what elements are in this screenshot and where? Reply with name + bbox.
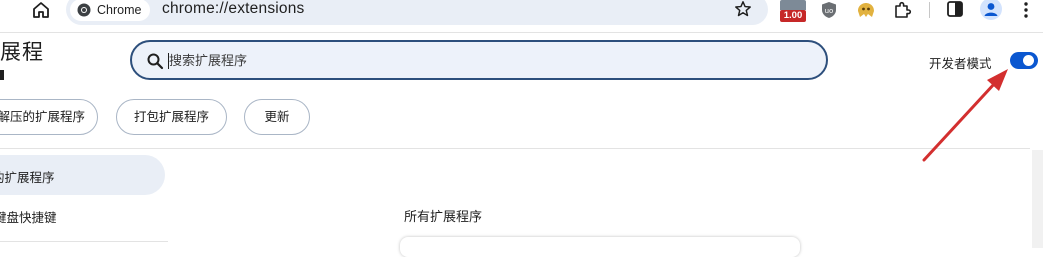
pack-extension-button[interactable]: 打包扩展程序 xyxy=(116,99,227,135)
star-icon[interactable] xyxy=(734,0,752,18)
svg-text:uo: uo xyxy=(825,7,834,15)
ublock-icon[interactable]: uo xyxy=(820,1,838,19)
puzzle-icon[interactable] xyxy=(892,0,912,20)
sidebar-item-shortcuts[interactable]: 键盘快捷键 xyxy=(0,207,57,226)
toolbar-separator xyxy=(929,2,930,18)
annotation-arrow-icon xyxy=(922,69,1008,162)
extension-icon-top[interactable] xyxy=(780,0,806,10)
scrollbar[interactable] xyxy=(1032,150,1043,248)
sidebar-item-label[interactable]: 的扩展程序 xyxy=(0,167,55,186)
site-info-chip[interactable]: Chrome xyxy=(70,0,150,21)
page-title: 展程 xyxy=(0,40,44,64)
header-divider xyxy=(0,148,1030,149)
toolbar-divider xyxy=(0,32,1043,33)
extension-badge[interactable]: 1.00 xyxy=(780,10,806,22)
update-button[interactable]: 更新 xyxy=(244,99,310,135)
search-box[interactable] xyxy=(130,40,828,80)
section-heading: 所有扩展程序 xyxy=(404,210,483,225)
search-input[interactable] xyxy=(169,51,789,71)
toggle-knob xyxy=(1023,55,1034,66)
home-icon[interactable] xyxy=(31,0,51,20)
search-icon xyxy=(147,53,164,70)
chip-label: Chrome xyxy=(97,3,142,17)
browser-toolbar: Chrome chrome://extensions 1.00 uo xyxy=(0,0,1043,25)
load-unpacked-button[interactable]: 解压的扩展程序 xyxy=(0,99,98,135)
extensions-card xyxy=(400,237,800,257)
address-bar[interactable]: Chrome chrome://extensions xyxy=(66,0,768,25)
side-panel-icon[interactable] xyxy=(946,0,964,18)
chrome-logo-icon xyxy=(77,3,91,17)
profile-icon[interactable] xyxy=(980,0,1002,20)
url-text[interactable]: chrome://extensions xyxy=(162,0,305,18)
tampermonkey-icon[interactable] xyxy=(856,1,876,19)
page-title-fragment xyxy=(0,70,4,80)
kebab-menu-icon[interactable] xyxy=(1022,1,1030,19)
sidebar-divider xyxy=(0,241,168,242)
